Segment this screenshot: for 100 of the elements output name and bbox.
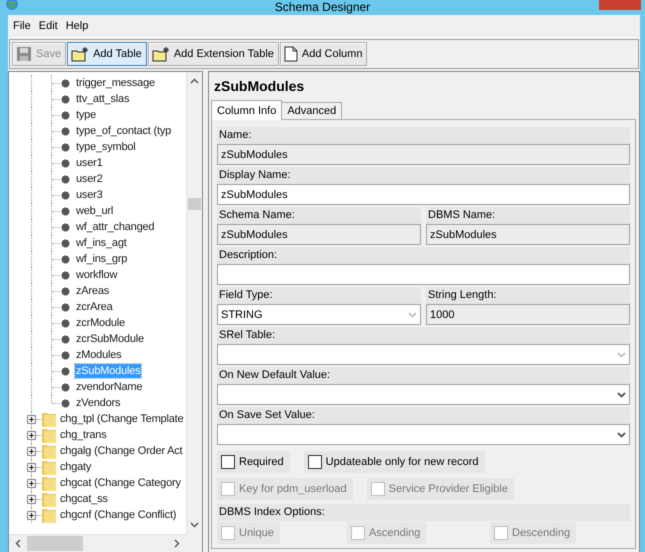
field-label: Display Name: bbox=[217, 167, 630, 184]
tree-item[interactable]: user1 bbox=[75, 156, 104, 170]
field-label: Name: bbox=[217, 127, 630, 144]
bullet-icon bbox=[61, 222, 70, 232]
tree-item[interactable]: web_url bbox=[75, 204, 114, 218]
menu-item[interactable]: Edit bbox=[34, 17, 62, 35]
bullet-icon bbox=[61, 302, 70, 312]
tree-item[interactable]: type_symbol bbox=[75, 140, 137, 154]
expand-icon[interactable] bbox=[27, 446, 36, 456]
bullet-icon bbox=[61, 206, 70, 216]
toolbar-button[interactable]: Add Column bbox=[280, 42, 368, 66]
tree-item[interactable]: user3 bbox=[75, 188, 104, 202]
tree-item[interactable]: user2 bbox=[75, 172, 104, 186]
folder-icon bbox=[42, 460, 56, 474]
bullet-icon bbox=[61, 366, 70, 376]
bullet-icon bbox=[61, 254, 70, 264]
dropdown-field[interactable] bbox=[217, 384, 630, 405]
tree-item[interactable]: wf_attr_changed bbox=[75, 220, 156, 234]
expand-icon[interactable] bbox=[27, 430, 36, 440]
field-label: SRel Table: bbox=[217, 327, 630, 344]
dropdown-chevron-icon bbox=[617, 432, 626, 438]
bullet-icon bbox=[61, 238, 70, 248]
bullet-icon bbox=[61, 142, 70, 152]
globe-icon bbox=[5, 0, 19, 12]
tab[interactable]: Column Info bbox=[211, 100, 282, 120]
folder-star-icon bbox=[152, 46, 170, 62]
bullet-icon bbox=[61, 334, 70, 344]
toolbar-button[interactable]: Add Extension Table bbox=[148, 42, 279, 66]
expand-icon[interactable] bbox=[27, 414, 36, 424]
input-field[interactable]: zSubModules bbox=[217, 224, 421, 245]
bullet-icon bbox=[61, 174, 70, 184]
vertical-scrollbar[interactable] bbox=[186, 72, 202, 534]
bullet-icon bbox=[61, 318, 70, 328]
tree-item[interactable]: zModules bbox=[75, 348, 122, 362]
folder-icon bbox=[42, 508, 56, 522]
dropdown-chevron-icon bbox=[617, 392, 626, 398]
tree-item[interactable]: chg_trans bbox=[59, 428, 108, 442]
dropdown-chevron-icon bbox=[408, 312, 417, 318]
bullet-icon bbox=[61, 94, 70, 104]
tree-item[interactable]: zVendors bbox=[75, 396, 122, 410]
field-label: DBMS Index Options: bbox=[217, 504, 630, 521]
tree-item[interactable]: chgcat (Change Category bbox=[59, 476, 182, 490]
window-title: Schema Designer bbox=[274, 0, 370, 15]
expand-icon[interactable] bbox=[27, 478, 36, 488]
field-label: String Length: bbox=[426, 287, 630, 304]
scrollbar-thumb[interactable] bbox=[27, 536, 83, 551]
tree-item[interactable]: type bbox=[75, 108, 97, 122]
table-title: zSubModules bbox=[213, 77, 306, 96]
menu-item[interactable]: File bbox=[9, 17, 35, 35]
input-field[interactable]: zSubModules bbox=[217, 144, 630, 165]
bullet-icon bbox=[61, 382, 70, 392]
tree-item[interactable]: ttv_att_slas bbox=[75, 92, 130, 106]
scrollbar-thumb[interactable] bbox=[188, 198, 201, 210]
tree-item[interactable]: workflow bbox=[75, 268, 118, 282]
dropdown-field[interactable] bbox=[217, 344, 630, 365]
tree-item[interactable]: zcrArea bbox=[75, 300, 114, 314]
menu-item[interactable]: Help bbox=[62, 17, 92, 35]
tree-item[interactable]: wf_ins_agt bbox=[75, 236, 128, 250]
field-label: Description: bbox=[217, 247, 630, 264]
folder-icon bbox=[42, 428, 56, 442]
input-field[interactable]: zSubModules bbox=[426, 224, 630, 245]
toolbar-button[interactable]: Add Table bbox=[67, 42, 147, 66]
input-field[interactable] bbox=[217, 264, 630, 285]
expand-icon[interactable] bbox=[27, 510, 36, 520]
tree-item[interactable]: zcrModule bbox=[75, 316, 126, 330]
bullet-icon bbox=[61, 110, 70, 120]
bullet-icon bbox=[61, 350, 70, 360]
dropdown-field[interactable]: STRING bbox=[217, 304, 421, 325]
tree-item[interactable]: chgalg (Change Order Act bbox=[59, 444, 184, 458]
expand-icon[interactable] bbox=[27, 462, 36, 472]
tree-item[interactable]: chgcat_ss bbox=[59, 492, 109, 506]
expand-icon[interactable] bbox=[27, 494, 36, 504]
checkbox[interactable]: Updateable only for new record bbox=[304, 451, 485, 473]
tree-item[interactable]: chgcnf (Change Conflict) bbox=[59, 508, 178, 522]
field-label: On New Default Value: bbox=[217, 367, 630, 384]
bullet-icon bbox=[61, 78, 70, 88]
tab[interactable]: Advanced bbox=[281, 102, 342, 120]
input-field[interactable]: zSubModules bbox=[217, 184, 630, 205]
bullet-icon bbox=[61, 126, 70, 136]
bullet-icon bbox=[61, 158, 70, 168]
tree-item[interactable]: chgaty bbox=[59, 460, 92, 474]
field-label: Field Type: bbox=[217, 287, 421, 304]
tree-item[interactable]: zcrSubModule bbox=[75, 332, 145, 346]
bullet-icon bbox=[61, 286, 70, 296]
dropdown-field[interactable] bbox=[217, 424, 630, 445]
folder-icon bbox=[42, 476, 56, 490]
tree-item[interactable]: type_of_contact (typ bbox=[75, 124, 172, 138]
folder-icon bbox=[42, 412, 56, 426]
tree-item[interactable]: chg_tpl (Change Template bbox=[59, 412, 184, 426]
tree-item[interactable]: wf_ins_grp bbox=[75, 252, 128, 266]
folder-icon bbox=[42, 492, 56, 506]
tree-item[interactable]: trigger_message bbox=[75, 76, 156, 90]
horizontal-scrollbar[interactable] bbox=[9, 534, 186, 552]
tree-item[interactable]: zvendorName bbox=[75, 380, 144, 394]
bullet-icon bbox=[61, 190, 70, 200]
field-label: On Save Set Value: bbox=[217, 407, 630, 424]
tree-item[interactable]: zAreas bbox=[75, 284, 110, 298]
field-label: DBMS Name: bbox=[426, 207, 630, 224]
checkbox[interactable]: Required bbox=[217, 451, 290, 473]
input-field[interactable]: 1000 bbox=[426, 304, 630, 325]
